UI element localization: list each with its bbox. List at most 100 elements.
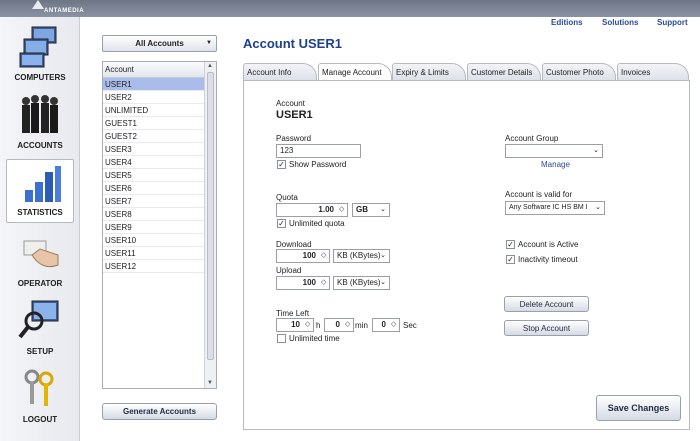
chevron-down-icon: ▼ [206,40,212,46]
list-item[interactable]: USER7 [103,195,204,208]
tab-invoices[interactable]: Invoices [617,63,689,80]
tab-customer-photo[interactable]: Customer Photo [542,63,616,80]
list-item[interactable]: USER11 [103,247,204,260]
account-list-scrollbar[interactable]: ▲ ▼ [204,62,216,388]
show-password-checkbox[interactable]: ✓ [277,160,286,169]
download-unit-select[interactable]: KB (KBytes) ⌄ [333,249,390,263]
account-group-select[interactable]: ⌄ [505,144,603,158]
list-item[interactable]: USER1 [103,78,204,91]
upload-spinner-icon[interactable]: ◇ [321,278,326,286]
minutes-spinner-icon[interactable]: ◇ [345,320,350,328]
account-list[interactable]: Account USER1 USER2 UNLIMITED GUEST1 GUEST2 U… [102,61,217,389]
sidebar-item-label: ACCOUNTS [17,141,63,150]
stop-account-button[interactable]: Stop Account [504,320,589,336]
download-spinner-icon[interactable]: ◇ [321,251,326,259]
tab-customer-details[interactable]: Customer Details [467,63,541,80]
list-item[interactable]: USER9 [103,221,204,234]
sidebar-item-setup[interactable]: SETUP [6,297,74,361]
account-active-checkbox[interactable]: ✓ [506,240,515,249]
list-item[interactable]: UNLIMITED [103,104,204,117]
page-title: Account USER1 [243,36,342,51]
list-item[interactable]: USER8 [103,208,204,221]
account-active-label: Account is Active [518,240,579,249]
hours-unit-label: h [316,321,321,330]
valid-for-label: Account is valid for [505,190,573,199]
scrollbar-thumb[interactable] [207,72,214,360]
logo-icon [32,0,44,9]
save-changes-button[interactable]: Save Changes [596,395,681,421]
sidebar-item-computers[interactable]: COMPUTERS [6,23,74,87]
account-list-rows: USER1 USER2 UNLIMITED GUEST1 GUEST2 USER3 USER… [103,78,216,273]
chevron-down-icon: ⌄ [380,252,386,259]
scroll-down-icon[interactable]: ▼ [207,380,213,386]
tab-expiry-limits[interactable]: Expiry & Limits [392,63,466,80]
seconds-unit-label: Sec [403,321,417,330]
operator-icon [23,240,59,268]
list-item[interactable]: GUEST1 [103,117,204,130]
list-item[interactable]: USER10 [103,234,204,247]
minutes-unit-label: min [355,321,368,330]
solutions-link[interactable]: Solutions [602,18,638,27]
sidebar-item-operator[interactable]: OPERATOR [6,229,74,293]
accounts-icon [22,95,58,133]
list-item[interactable]: USER3 [103,143,204,156]
sidebar-item-logout[interactable]: LOGOUT [6,365,74,429]
password-label: Password [276,134,312,143]
manage-groups-link[interactable]: Manage [541,160,570,169]
chevron-down-icon: ⌄ [380,206,386,213]
show-password-label: Show Password [289,160,347,169]
quota-unit-select[interactable]: GB ⌄ [352,203,390,217]
account-group-label: Account Group [505,134,559,143]
sidebar-item-statistics[interactable]: STATISTICS [6,159,74,223]
generate-accounts-button[interactable]: Generate Accounts [102,403,217,420]
editions-link[interactable]: Editions [551,18,583,27]
valid-for-select[interactable]: Any Software IC HS BM I ⌄ [505,201,605,215]
valid-for-value: Any Software IC HS BM I [509,204,588,211]
time-left-label: Time Left [276,309,310,318]
computers-icon [19,26,57,68]
seconds-spinner-icon[interactable]: ◇ [391,320,396,328]
sidebar-item-accounts[interactable]: ACCOUNTS [6,91,74,155]
inactivity-timeout-label: Inactivity timeout [518,255,578,264]
inactivity-timeout-checkbox[interactable]: ✓ [506,255,515,264]
delete-account-button[interactable]: Delete Account [504,296,589,312]
sidebar-item-label: OPERATOR [17,279,63,288]
keys-icon [24,369,54,406]
unlimited-time-label: Unlimited time [289,334,340,343]
unlimited-time-checkbox[interactable] [277,334,286,343]
unlimited-quota-checkbox[interactable]: ✓ [277,219,286,228]
scroll-up-icon[interactable]: ▲ [207,63,213,69]
support-link[interactable]: Support [657,18,688,27]
account-list-header: Account [103,62,216,78]
hours-spinner-icon[interactable]: ◇ [305,320,310,328]
password-input[interactable]: 123 [276,144,361,158]
list-item[interactable]: GUEST2 [103,130,204,143]
tab-manage-account[interactable]: Manage Account [318,63,392,81]
statistics-icon [25,166,61,202]
account-value: USER1 [276,109,313,121]
quota-input[interactable]: 1.00 [276,203,348,217]
setup-icon [18,300,59,339]
account-label: Account [276,99,305,108]
accounts-filter-value: All Accounts [135,39,184,48]
upload-label: Upload [276,266,302,275]
download-label: Download [276,240,312,249]
upload-unit-select[interactable]: KB (KBytes) ⌄ [333,276,390,290]
list-item[interactable]: USER4 [103,156,204,169]
quota-label: Quota [276,193,298,202]
list-item[interactable]: USER6 [103,182,204,195]
accounts-filter-dropdown[interactable]: All Accounts ▼ [102,35,217,52]
quota-spinner-icon[interactable]: ◇ [339,205,344,213]
upload-unit-value: KB (KBytes) [337,278,381,287]
sidebar-item-label: LOGOUT [22,415,58,424]
logo-text: ANTAMEDIA [44,8,85,14]
chevron-down-icon: ⌄ [380,279,386,286]
list-item[interactable]: USER12 [103,260,204,273]
list-item[interactable]: USER5 [103,169,204,182]
list-item[interactable]: USER2 [103,91,204,104]
chevron-down-icon: ⌄ [593,147,599,154]
chevron-down-icon: ⌄ [595,204,601,211]
tab-account-info[interactable]: Account Info [243,63,317,80]
unlimited-quota-label: Unlimited quota [289,219,345,228]
sidebar: COMPUTERS ACCOUNTS STATISTICS OPERATOR S… [0,17,80,441]
